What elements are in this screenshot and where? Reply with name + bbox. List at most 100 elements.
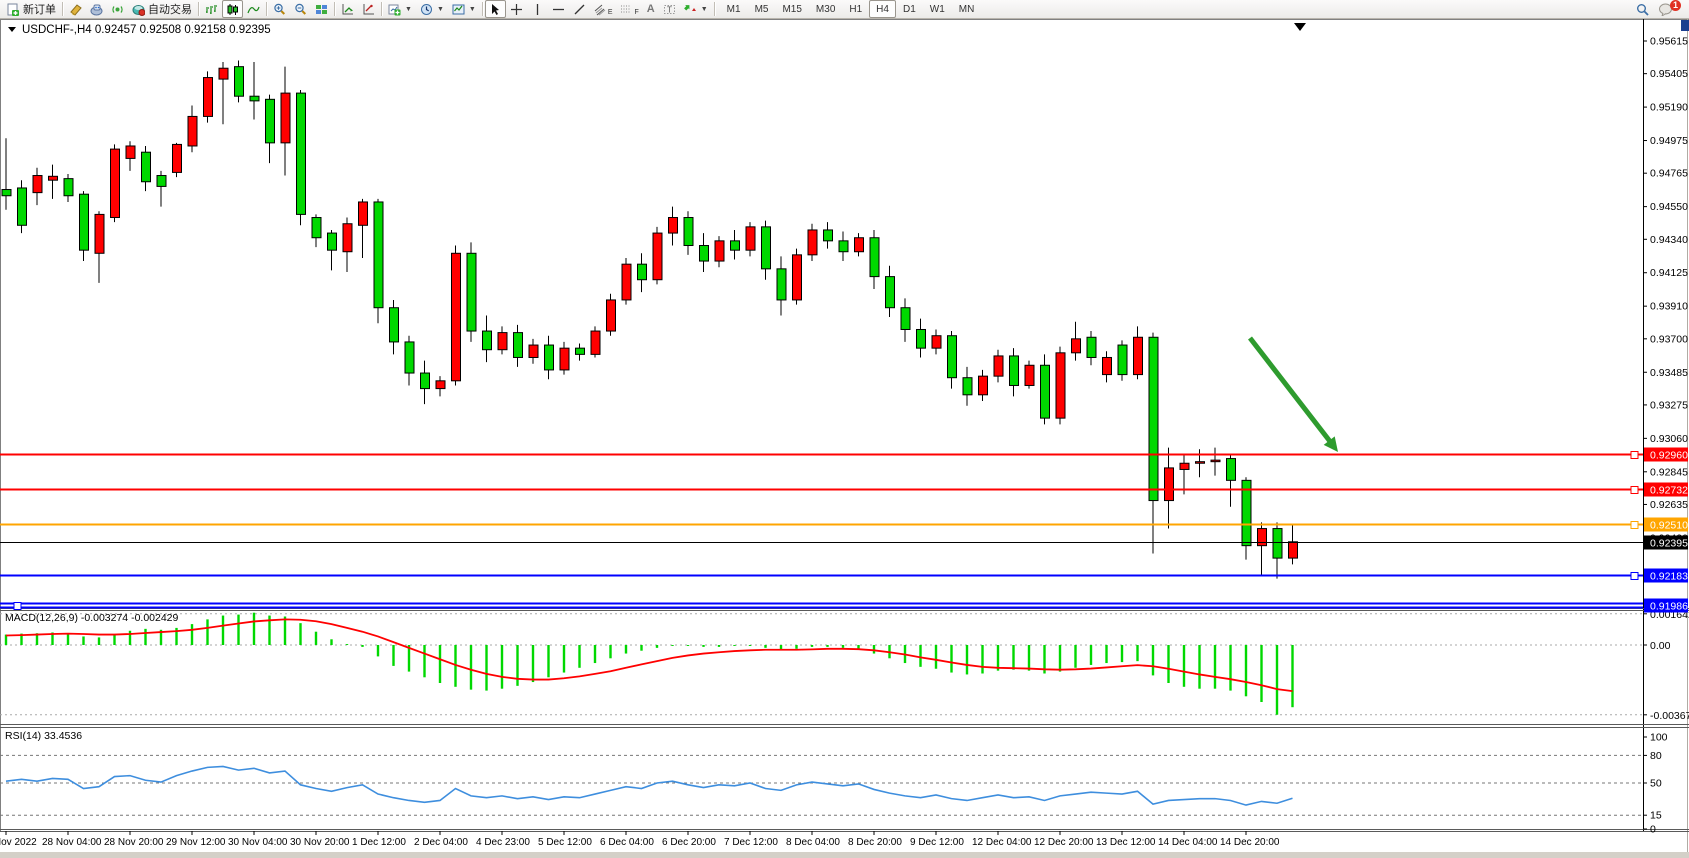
- timeframe-button-h4[interactable]: H4: [869, 0, 896, 18]
- candle-body: [405, 342, 414, 373]
- candle-body: [607, 300, 616, 331]
- zoom-in-button[interactable]: [269, 0, 290, 18]
- channel-tool-button[interactable]: E: [590, 0, 617, 18]
- line-chart-mode-button[interactable]: [243, 0, 264, 18]
- candle-body: [1056, 353, 1065, 418]
- chart-background: [0, 0, 1689, 858]
- trading-app-window: 0.956150.954050.951900.949750.947650.945…: [0, 0, 1689, 858]
- timeframe-button-m15[interactable]: M15: [775, 0, 808, 18]
- chart-canvas[interactable]: 0.956150.954050.951900.949750.947650.945…: [0, 0, 1689, 858]
- rsi-axis-label: 50: [1650, 778, 1662, 790]
- candle-body: [731, 241, 740, 250]
- equidistant-channel-icon: [594, 3, 607, 16]
- time-tick-label: 14 Dec 20:00: [1220, 837, 1280, 848]
- horizontal-line-tool-button[interactable]: [548, 0, 569, 18]
- rsi-axis-label: 100: [1650, 732, 1668, 744]
- timeframe-button-m30[interactable]: M30: [809, 0, 842, 18]
- time-tick-label: 4 Dec 23:00: [476, 837, 530, 848]
- timeframe-button-w1[interactable]: W1: [923, 0, 952, 18]
- time-tick-label: 28 Nov 04:00: [42, 837, 102, 848]
- candle-body: [343, 224, 352, 252]
- hline-handle[interactable]: [1631, 522, 1638, 529]
- timeframe-button-h1[interactable]: H1: [842, 0, 869, 18]
- styler-button[interactable]: [65, 0, 86, 18]
- time-tick-label: 8 Dec 04:00: [786, 837, 840, 848]
- template-chart-icon: [452, 3, 465, 16]
- macd-axis-min: -0.003674: [1650, 710, 1689, 722]
- add-chart-button[interactable]: ▼: [384, 0, 416, 18]
- timeframe-button-mn[interactable]: MN: [952, 0, 982, 18]
- macd-axis-zero: 0.00: [1650, 640, 1671, 652]
- candle-body: [1041, 365, 1050, 418]
- candle-body: [638, 264, 647, 280]
- time-tick-label: 30 Nov 20:00: [290, 837, 350, 848]
- candle-body: [1103, 357, 1112, 374]
- candle-body: [49, 176, 58, 180]
- chart-area[interactable]: 0.956150.954050.951900.949750.947650.945…: [0, 0, 1689, 858]
- candle-body: [33, 176, 42, 193]
- trendline-tool-button[interactable]: [569, 0, 590, 18]
- candle-body: [266, 99, 275, 143]
- objects-list-button[interactable]: [358, 0, 379, 18]
- candle-body: [963, 378, 972, 395]
- text-tool-icon: A: [647, 3, 655, 15]
- price-tick-label: 0.93700: [1650, 333, 1688, 345]
- bar-chart-mode-button[interactable]: [201, 0, 222, 18]
- templates-button[interactable]: ▼: [448, 0, 480, 18]
- hline-handle[interactable]: [1631, 573, 1638, 580]
- indicators-list-button[interactable]: [337, 0, 358, 18]
- cursor-tool-button[interactable]: [485, 0, 506, 18]
- robot-cloud-icon: [90, 3, 103, 16]
- signals-button[interactable]: [107, 0, 128, 18]
- candle-chart-mode-button[interactable]: [222, 0, 243, 18]
- time-tick-label: 7 Dec 12:00: [724, 837, 778, 848]
- search-icon[interactable]: [1636, 3, 1649, 16]
- candle-body: [204, 78, 213, 117]
- fibonacci-tool-button[interactable]: F: [616, 0, 642, 18]
- toolbar-separator: [381, 2, 382, 16]
- notifications-button[interactable]: 1: [1659, 3, 1675, 16]
- new-order-button[interactable]: 新订单: [3, 0, 60, 18]
- timeframe-button-m5[interactable]: M5: [748, 0, 776, 18]
- hline-handle[interactable]: [1631, 487, 1638, 494]
- arrows-tool-button[interactable]: ▼: [680, 0, 712, 18]
- candle-body: [95, 214, 104, 253]
- candle-body: [64, 179, 73, 196]
- new-chart-icon: [388, 3, 401, 16]
- hline-handle[interactable]: [1631, 452, 1638, 459]
- window-bottom-strip: [0, 852, 1689, 858]
- tile-windows-button[interactable]: [311, 0, 332, 18]
- candle-body: [173, 144, 182, 172]
- timeframe-button-m1[interactable]: M1: [720, 0, 748, 18]
- candle-body: [1134, 337, 1143, 374]
- candle-body: [1025, 365, 1034, 385]
- time-tick-label: 29 Nov 12:00: [166, 837, 226, 848]
- hline-price-label: 0.92732: [1650, 485, 1688, 497]
- candle-body: [514, 333, 523, 358]
- hline-handle[interactable]: [14, 603, 21, 610]
- candle-body: [467, 253, 476, 331]
- timeframe-button-d1[interactable]: D1: [896, 0, 923, 18]
- candle-body: [1258, 529, 1267, 546]
- autotrading-button[interactable]: 自动交易: [128, 0, 196, 18]
- crosshair-tool-button[interactable]: [506, 0, 527, 18]
- zoom-out-button[interactable]: [290, 0, 311, 18]
- rsi-axis-label: 0: [1650, 824, 1656, 836]
- candle-body: [560, 348, 569, 370]
- horizontal-line-icon: [552, 3, 565, 16]
- hline-price-label: 0.91986: [1650, 601, 1688, 613]
- expert-advisor-button[interactable]: [86, 0, 107, 18]
- chart-ohlc-header: USDCHF-,H4 0.92457 0.92508 0.92158 0.923…: [22, 24, 271, 36]
- candle-body: [684, 218, 693, 246]
- main-toolbar: 新订单 自动交易: [0, 0, 1689, 19]
- candle-body: [1227, 459, 1236, 481]
- text-label-tool-button[interactable]: T: [659, 0, 680, 18]
- text-tool-button[interactable]: A: [643, 0, 659, 18]
- candle-body: [932, 336, 941, 348]
- time-tick-label: 1 Dec 12:00: [352, 837, 406, 848]
- dropdown-arrow-icon: ▼: [437, 6, 444, 13]
- fibonacci-icon: [620, 3, 633, 16]
- periods-button[interactable]: ▼: [416, 0, 448, 18]
- price-tick-label: 0.95190: [1650, 102, 1688, 114]
- vertical-line-tool-button[interactable]: [527, 0, 548, 18]
